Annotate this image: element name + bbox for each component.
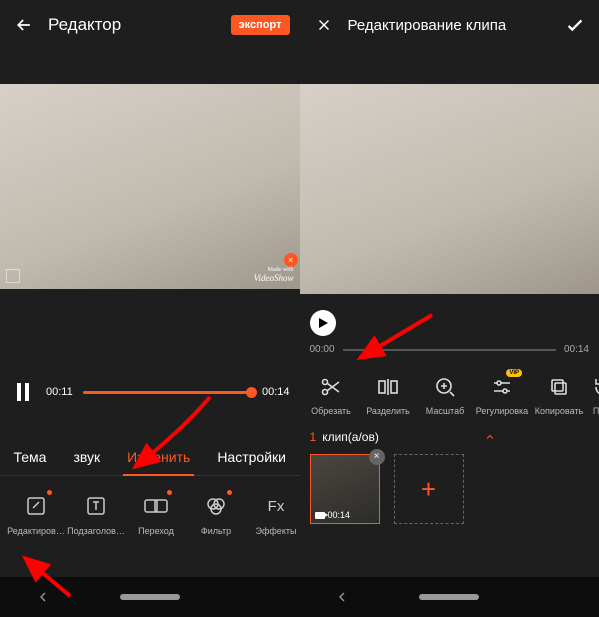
current-time: 00:11 — [46, 386, 73, 398]
tool-transition[interactable]: Переход — [126, 492, 186, 536]
video-icon — [315, 512, 325, 519]
tool-row-right: Обрезать Разделить Масштаб VIP Регулиров… — [300, 373, 599, 416]
tool-subtitle[interactable]: Подзаголов… — [66, 492, 126, 536]
tab-theme[interactable]: Тема — [10, 439, 51, 475]
duration-right: 00:14 — [564, 344, 589, 355]
clip-unit: клип(а/ов) — [322, 430, 379, 444]
play-button[interactable] — [310, 310, 336, 336]
time-row-right: 00:00 00:14 — [300, 344, 599, 355]
tab-settings[interactable]: Настройки — [213, 439, 290, 475]
confirm-button[interactable] — [561, 11, 589, 39]
editor-pane: Редактор экспорт × Made with VideoShow 0… — [0, 0, 300, 617]
tool-edit[interactable]: Редактиров… — [6, 492, 66, 536]
tool-filter[interactable]: Фильтр — [186, 492, 246, 536]
clip-panel: 1 клип(а/ов) × 00:14 + — [300, 430, 599, 524]
filter-icon — [202, 492, 230, 520]
overlap-icon — [142, 492, 170, 520]
tool-row-left: Редактиров… Подзаголов… Переход Фильтр F… — [0, 492, 300, 536]
tabs: Тема звук Изменить Настройки — [0, 439, 300, 476]
collapse-button[interactable] — [481, 431, 499, 443]
edit-icon — [22, 492, 50, 520]
tool-rotate[interactable]: Пове — [589, 373, 599, 416]
current-time-right: 00:00 — [310, 344, 335, 355]
tool-copy[interactable]: Копировать — [532, 373, 587, 416]
tab-edit[interactable]: Изменить — [123, 439, 194, 475]
back-button[interactable] — [10, 11, 38, 39]
nav-home-pill[interactable] — [120, 594, 180, 600]
tool-trim[interactable]: Обрезать — [304, 373, 359, 416]
clip-edit-pane: Редактирование клипа 00:00 00:14 Обрезат… — [300, 0, 599, 617]
scissors-icon — [317, 373, 345, 401]
header-right: Редактирование клипа — [300, 0, 599, 50]
pause-button[interactable] — [10, 379, 36, 405]
nav-back-icon[interactable] — [35, 589, 51, 605]
add-clip-button[interactable]: + — [394, 454, 464, 524]
zoom-icon — [431, 373, 459, 401]
playback-bar-left: 00:11 00:14 — [0, 379, 300, 405]
fullscreen-icon[interactable] — [6, 269, 20, 283]
clip-header: 1 клип(а/ов) — [310, 430, 590, 444]
clip-row: × 00:14 + — [310, 454, 590, 524]
video-preview-right[interactable] — [300, 84, 599, 294]
tab-sound[interactable]: звук — [69, 439, 104, 475]
video-preview-left[interactable]: × Made with VideoShow — [0, 84, 300, 289]
seek-slider-left[interactable] — [83, 391, 252, 394]
remove-clip-button[interactable]: × — [369, 449, 385, 465]
remove-watermark-button[interactable]: × — [284, 253, 298, 267]
seek-slider-right[interactable] — [343, 349, 556, 351]
header-left: Редактор экспорт — [0, 0, 300, 50]
watermark: Made with VideoShow — [254, 267, 294, 283]
tool-effects[interactable]: Fx Эффекты — [246, 492, 306, 536]
tool-split[interactable]: Разделить — [361, 373, 416, 416]
tool-adjust[interactable]: VIP Регулировка — [475, 373, 530, 416]
play-row-right — [300, 310, 599, 336]
copy-icon — [545, 373, 573, 401]
split-icon — [374, 373, 402, 401]
fx-icon: Fx — [262, 492, 290, 520]
page-title-right: Редактирование клипа — [348, 17, 507, 34]
duration: 00:14 — [262, 386, 290, 398]
tool-zoom[interactable]: Масштаб — [418, 373, 473, 416]
adjust-icon: VIP — [488, 373, 516, 401]
nav-home-pill[interactable] — [419, 594, 479, 600]
clip-thumbnail[interactable]: × 00:14 — [310, 454, 380, 524]
page-title-left: Редактор — [48, 15, 121, 35]
clip-count: 1 — [310, 430, 317, 444]
text-icon — [82, 492, 110, 520]
rotate-icon — [590, 373, 599, 401]
nav-back-icon[interactable] — [334, 589, 350, 605]
android-navbar-right — [300, 577, 599, 617]
close-button[interactable] — [310, 11, 338, 39]
android-navbar-left — [0, 577, 300, 617]
export-button[interactable]: экспорт — [231, 15, 290, 35]
clip-duration: 00:14 — [315, 510, 351, 520]
